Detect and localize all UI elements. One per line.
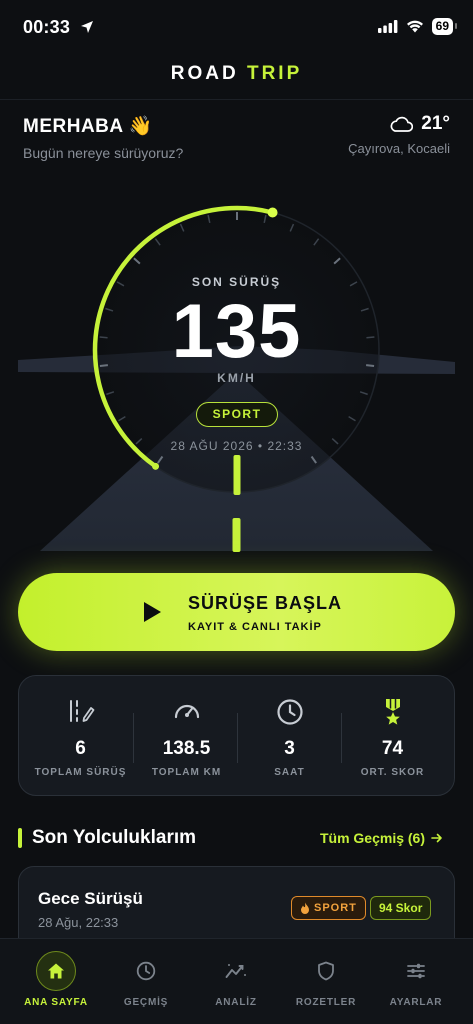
start-drive-subtitle: KAYIT & CANLI TAKİP: [188, 621, 322, 633]
tab-label: ROZETLER: [295, 997, 357, 1008]
stat-value: 6: [75, 738, 86, 759]
header-divider: [0, 99, 473, 100]
cellular-signal-icon: [377, 20, 398, 33]
bottom-tab-bar: ANA SAYFA GEÇMİŞ ANALİZ ROZETLER AYARLAR: [0, 938, 473, 1024]
road-dash: [232, 518, 241, 552]
stat-total-drives: 6 TOPLAM SÜRÜŞ: [29, 676, 132, 797]
status-indicators: 69: [377, 18, 458, 35]
tab-home[interactable]: ANA SAYFA: [9, 939, 103, 1024]
stat-label: ORT. SKOR: [360, 767, 425, 778]
trip-date: 28 Ağu, 22:33: [38, 915, 119, 930]
trip-score-badge: 94 Skor: [370, 896, 432, 920]
tab-label: AYARLAR: [389, 997, 443, 1008]
stat-avg-score: 74 ORT. SKOR: [341, 676, 444, 797]
road-dash: [233, 455, 241, 495]
home-icon: [48, 963, 64, 979]
drive-date: 28 AĞU 2026 • 22:33: [170, 439, 303, 453]
stat-value: 138.5: [162, 738, 211, 759]
start-drive-title: SÜRÜŞE BAŞLA: [188, 593, 343, 613]
play-icon: [144, 602, 161, 622]
trip-mode-label: SPORT: [314, 902, 357, 914]
stat-total-km: 138.5 TOPLAM KM: [135, 676, 238, 797]
route-icon: [69, 700, 94, 722]
cloud-icon: [390, 116, 414, 132]
trip-mode-badge: SPORT: [291, 896, 366, 920]
medal-icon: [385, 699, 400, 725]
location-arrow-icon: [81, 21, 93, 33]
fire-icon: [301, 902, 309, 914]
recent-trips-title: Son Yolculuklarım: [32, 827, 197, 848]
weather-location: Çayırova, Kocaeli: [348, 141, 450, 156]
tab-history[interactable]: GEÇMİŞ: [99, 939, 193, 1024]
all-history-label: Tüm Geçmiş (6): [319, 830, 425, 846]
tab-badges[interactable]: ROZETLER: [279, 939, 373, 1024]
sliders-icon: [407, 963, 425, 979]
status-time: 00:33: [23, 17, 71, 37]
greeting-subtitle: Bugün nereye sürüyoruz?: [23, 145, 184, 161]
chart-icon: [225, 964, 246, 978]
clock-icon: [276, 699, 303, 725]
app-title: ROAD TRIP: [0, 63, 473, 85]
app-title-road: ROAD: [170, 63, 239, 84]
app-title-trip: TRIP: [246, 63, 303, 84]
tab-label: ANA SAYFA: [24, 997, 88, 1008]
stat-value: 74: [381, 738, 404, 759]
stat-label: TOPLAM KM: [151, 767, 222, 778]
stat-label: TOPLAM SÜRÜŞ: [34, 767, 127, 778]
speed-unit: KM/H: [217, 371, 256, 385]
stat-value: 3: [284, 738, 295, 759]
tab-label: GEÇMİŞ: [123, 997, 169, 1008]
section-accent-bar: [18, 828, 22, 848]
tab-label: ANALİZ: [215, 997, 257, 1008]
stat-divider: [133, 713, 134, 763]
gauge-start-dot: [152, 462, 160, 470]
battery-indicator: 69: [431, 18, 458, 35]
wifi-icon: [406, 20, 423, 33]
start-drive-button[interactable]: SÜRÜŞE BAŞLA KAYIT & CANLI TAKİP: [18, 573, 455, 651]
speedometer-icon: [174, 704, 199, 719]
tab-analysis[interactable]: ANALİZ: [189, 939, 283, 1024]
greeting-title: MERHABA 👋: [23, 116, 153, 137]
weather-widget: 21°: [389, 113, 450, 135]
last-drive-label: SON SÜRÜŞ: [191, 275, 282, 289]
gauge-progress-dot: [267, 207, 278, 218]
shield-icon: [318, 961, 334, 981]
clock-icon: [136, 961, 156, 981]
stats-card: 6 TOPLAM SÜRÜŞ 138.5 TOPLAM KM 3 SAAT 74…: [18, 675, 455, 796]
drive-mode-badge: SPORT: [196, 402, 278, 427]
stat-hours: 3 SAAT: [238, 676, 341, 797]
speed-value: 135: [171, 289, 302, 374]
trip-name: Gece Sürüşü: [38, 889, 143, 908]
tab-settings[interactable]: AYARLAR: [369, 939, 463, 1024]
all-history-link[interactable]: Tüm Geçmiş (6): [320, 830, 443, 846]
status-bar: 00:33 69: [0, 0, 473, 56]
weather-temperature: 21°: [421, 113, 450, 134]
arrow-right-icon: [431, 833, 442, 843]
stat-label: SAAT: [274, 767, 305, 778]
